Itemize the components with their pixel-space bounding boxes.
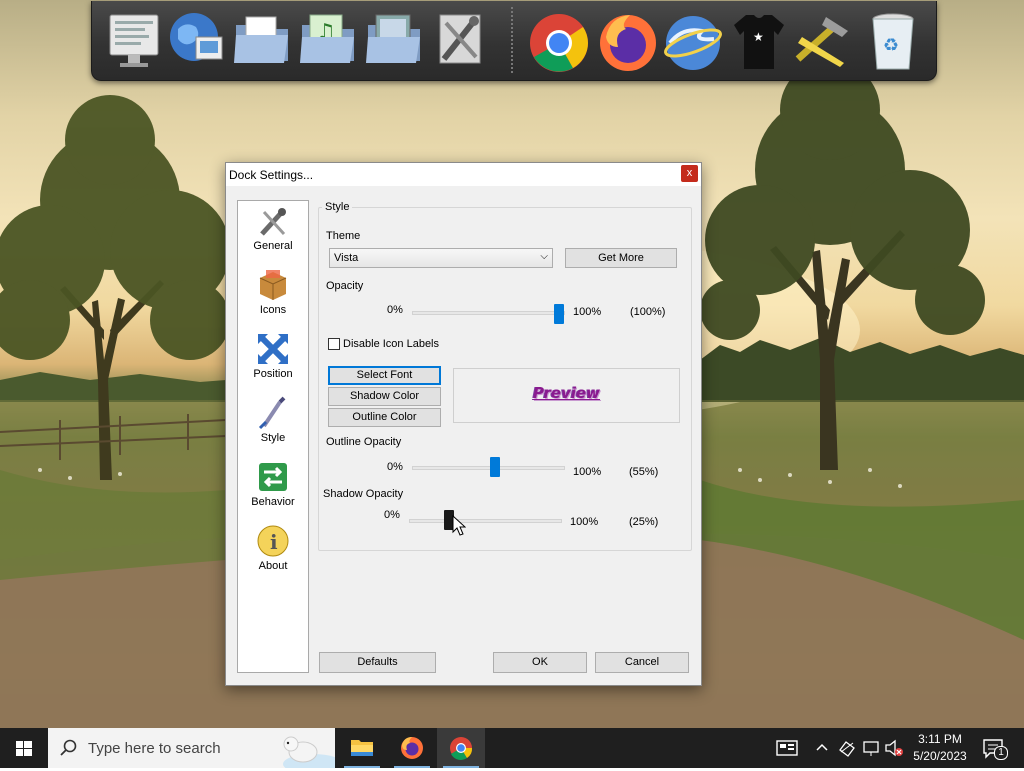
get-more-button[interactable]: Get More: [565, 248, 677, 268]
nav-item-about[interactable]: i About: [238, 524, 308, 584]
outline-opacity-slider-track[interactable]: [412, 466, 565, 470]
shadow-opacity-max: 100%: [570, 516, 599, 528]
chrome-icon: [450, 737, 473, 760]
taskbar-clock[interactable]: 3:11 PM 5/20/2023: [905, 731, 975, 765]
shadow-opacity-label: Shadow Opacity: [323, 488, 404, 500]
outline-color-button[interactable]: Outline Color: [328, 408, 441, 427]
clock-date: 5/20/2023: [913, 749, 967, 763]
settings-icon[interactable]: [104, 7, 166, 73]
internet-explorer-icon[interactable]: [662, 7, 724, 73]
hammer-icon[interactable]: [792, 7, 854, 73]
tools-icon: [260, 208, 286, 236]
nav-label-behavior: Behavior: [251, 496, 295, 508]
nav-label-icons: Icons: [259, 304, 287, 316]
recycle-bin-icon[interactable]: ♻: [862, 7, 924, 73]
box-icon: [259, 270, 287, 300]
dock-separator: [511, 7, 513, 73]
tools-icon[interactable]: [430, 7, 492, 73]
outline-opacity-min: 0%: [387, 461, 403, 473]
theme-select-value: Vista: [334, 252, 359, 264]
defaults-button[interactable]: Defaults: [319, 652, 436, 673]
drive-icon[interactable]: [838, 738, 856, 758]
outline-opacity-slider-thumb[interactable]: [490, 457, 500, 477]
nav-item-general[interactable]: General: [238, 204, 308, 264]
close-button[interactable]: x: [681, 165, 698, 182]
taskbar-file-explorer[interactable]: [338, 728, 386, 768]
taskbar-search-box[interactable]: Type here to search: [48, 728, 335, 768]
taskbar: Type here to search 3:11 PM 5/20/2023 1: [0, 728, 1024, 768]
style-group-label: Style: [322, 201, 353, 213]
dialog-titlebar[interactable]: Dock Settings... x: [226, 163, 701, 186]
ok-button[interactable]: OK: [493, 652, 587, 673]
firefox-icon[interactable]: [596, 7, 658, 73]
application-dock: ♫ ★ ♻: [91, 1, 937, 81]
disable-icon-labels-label: Disable Icon Labels: [343, 338, 440, 350]
nav-item-style[interactable]: Style: [238, 396, 308, 456]
nav-label-position: Position: [253, 368, 293, 380]
dock-settings-dialog: Dock Settings... x General Icons Positio…: [225, 162, 702, 686]
info-icon: i: [257, 525, 289, 557]
opacity-label: Opacity: [326, 280, 364, 292]
firefox-icon: [401, 737, 423, 759]
shadow-color-button[interactable]: Shadow Color: [328, 387, 441, 406]
folder-pictures-icon[interactable]: [364, 7, 426, 73]
folder-music-icon[interactable]: ♫: [298, 7, 360, 73]
disable-icon-labels-checkbox[interactable]: [328, 338, 340, 350]
svg-text:★: ★: [753, 30, 764, 44]
outline-opacity-value: (55%): [629, 466, 659, 478]
mouse-cursor-icon: [452, 515, 466, 536]
shadow-opacity-slider-track[interactable]: [409, 519, 562, 523]
task-view-icon[interactable]: [775, 738, 799, 758]
start-button[interactable]: [0, 728, 48, 768]
folder-icon: [351, 740, 373, 756]
nav-item-position[interactable]: Position: [238, 332, 308, 392]
opacity-value: (100%): [630, 306, 666, 318]
polar-bear-icon: [283, 736, 335, 768]
svg-text:i: i: [270, 530, 278, 554]
settings-nav: General Icons Position Style Behavior i …: [237, 200, 309, 673]
shadow-opacity-min: 0%: [384, 509, 400, 521]
nav-label-general: General: [253, 240, 293, 252]
svg-text:♻: ♻: [883, 35, 899, 56]
arrows-swap-icon: [259, 463, 287, 491]
preview-box: Preview: [453, 368, 680, 423]
opacity-max: 100%: [573, 306, 602, 318]
preview-text: Preview: [532, 384, 601, 402]
network-status-icon[interactable]: [862, 738, 880, 758]
nav-item-icons[interactable]: Icons: [238, 268, 308, 328]
tshirt-icon[interactable]: ★: [728, 7, 790, 73]
select-font-button[interactable]: Select Font: [328, 366, 441, 385]
dialog-title: Dock Settings...: [229, 168, 314, 182]
shadow-opacity-value: (25%): [629, 516, 659, 528]
cancel-button[interactable]: Cancel: [595, 652, 689, 673]
taskbar-firefox[interactable]: [388, 728, 436, 768]
clock-time: 3:11 PM: [918, 732, 962, 746]
windows-logo-icon: [16, 741, 32, 756]
theme-label: Theme: [326, 230, 361, 242]
chevron-down-icon: ⌵: [540, 251, 548, 262]
outline-opacity-label: Outline Opacity: [326, 436, 402, 448]
paintbrush-icon: [258, 396, 286, 430]
opacity-slider-thumb[interactable]: [554, 304, 564, 324]
search-placeholder: Type here to search: [88, 740, 221, 757]
notification-count-badge: 1: [994, 746, 1008, 760]
theme-select[interactable]: Vista ⌵: [329, 248, 553, 268]
taskbar-chrome[interactable]: [437, 728, 485, 768]
chevron-up-icon[interactable]: [815, 740, 829, 756]
search-icon: [60, 739, 77, 756]
move-arrows-icon: [258, 334, 288, 364]
folder-documents-icon[interactable]: [232, 7, 294, 73]
nav-label-style: Style: [260, 432, 286, 444]
opacity-slider-track[interactable]: [412, 311, 565, 315]
notification-center-button[interactable]: 1: [982, 738, 1008, 763]
outline-opacity-max: 100%: [573, 466, 602, 478]
network-icon[interactable]: [166, 7, 228, 73]
volume-muted-icon[interactable]: [884, 738, 904, 758]
opacity-min: 0%: [387, 304, 403, 316]
nav-label-about: About: [258, 560, 288, 572]
chrome-icon[interactable]: [528, 7, 590, 73]
nav-item-behavior[interactable]: Behavior: [238, 460, 308, 520]
